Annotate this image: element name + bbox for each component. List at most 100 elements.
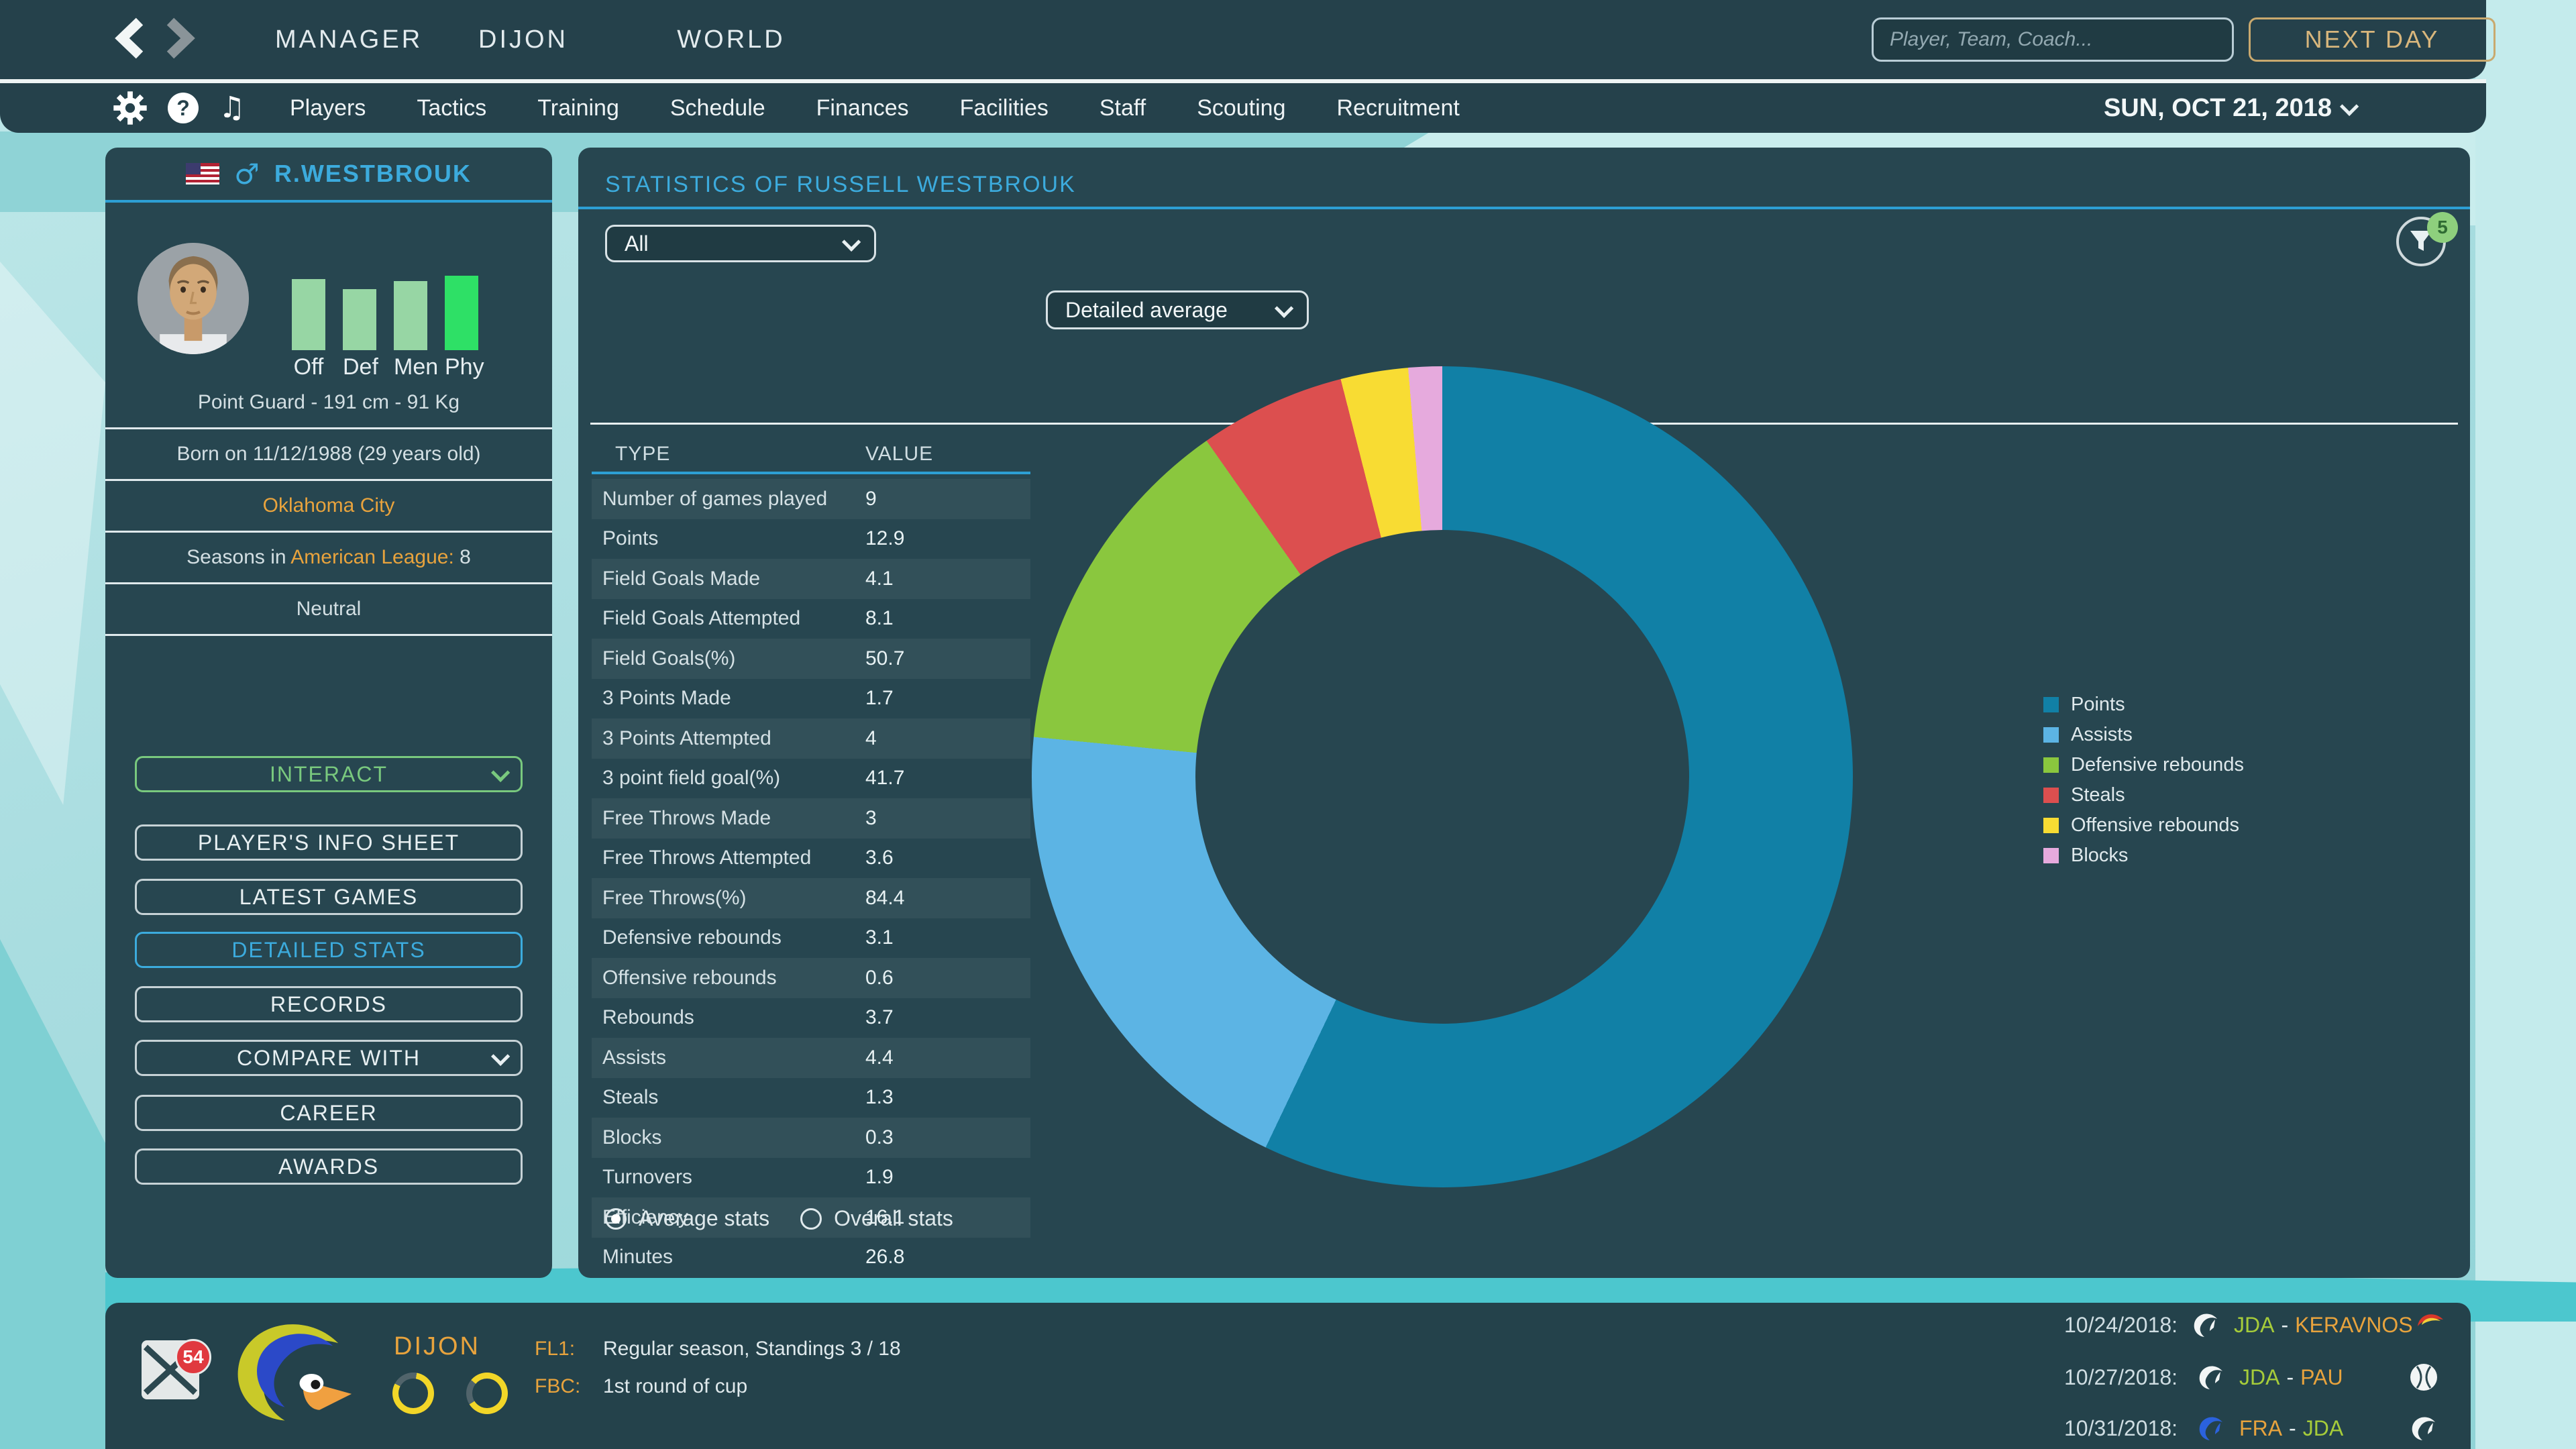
- menu-item[interactable]: Tactics: [417, 95, 486, 121]
- table-row: Blocks 0.3: [592, 1118, 1030, 1158]
- table-row: 3 Points Made 1.7: [592, 679, 1030, 719]
- attribute-label: Phy: [445, 354, 478, 380]
- table-row: Turnovers 1.9: [592, 1158, 1030, 1198]
- search-input[interactable]: [1872, 17, 2234, 62]
- radio-selected-icon: [605, 1208, 627, 1230]
- jda-logo-icon: [2195, 1361, 2227, 1393]
- menu-items: Players Tactics Training Schedule Finances Fa…: [290, 83, 1460, 133]
- menu-bar: ? ♫ Players Tactics Training Schedule Financ…: [0, 83, 2486, 133]
- date-selector[interactable]: SUN, OCT 21, 2018: [2104, 83, 2355, 133]
- stats-mode-radios: Average stats Overall stats: [605, 1206, 953, 1231]
- donut-hole: [1195, 530, 1689, 1024]
- chevron-down-icon: [1275, 299, 1293, 318]
- legend-swatch: [2043, 757, 2059, 773]
- fixture-row[interactable]: 10/31/2018: FRA - JDA: [2064, 1410, 2440, 1446]
- fixture-row[interactable]: 10/24/2018: JDA - KERAVNOS: [2064, 1307, 2440, 1343]
- attribute-label: Men: [394, 354, 427, 380]
- back-icon[interactable]: [113, 17, 149, 59]
- menu-item[interactable]: Staff: [1099, 95, 1146, 121]
- attribute-bar: [343, 289, 376, 350]
- jda-logo-icon: [2408, 1412, 2440, 1444]
- table-row: Number of games played 9: [592, 479, 1030, 519]
- interact-dropdown[interactable]: INTERACT: [135, 756, 523, 792]
- jda-logo-icon: [2190, 1309, 2222, 1341]
- radio-unselected-icon: [800, 1208, 822, 1230]
- menu-item[interactable]: Players: [290, 95, 366, 121]
- menu-item[interactable]: Schedule: [670, 95, 765, 121]
- cup-progress-ring: [466, 1373, 508, 1414]
- player-sidebar: ♂ R.WESTBROUK: [105, 148, 552, 1278]
- player-name: R.WESTBROUK: [274, 160, 472, 188]
- detailed-stats-button[interactable]: DETAILED STATS: [135, 932, 523, 968]
- table-row: Field Goals(%) 50.7: [592, 639, 1030, 679]
- table-row: 3 Points Attempted 4: [592, 718, 1030, 759]
- menu-item[interactable]: Finances: [816, 95, 909, 121]
- table-row: Points 12.9: [592, 519, 1030, 559]
- menu-item[interactable]: Training: [537, 95, 619, 121]
- player-info-row: Neutral: [105, 584, 552, 636]
- legend-swatch: [2043, 818, 2059, 833]
- average-stats-radio[interactable]: Average stats: [605, 1206, 769, 1231]
- menu-item[interactable]: Scouting: [1197, 95, 1285, 121]
- chevron-down-icon: [842, 233, 861, 252]
- awards-button[interactable]: AWARDS: [135, 1148, 523, 1185]
- column-header-value: VALUE: [865, 443, 933, 466]
- players-info-sheet-button[interactable]: PLAYER'S INFO SHEET: [135, 824, 523, 861]
- next-day-button[interactable]: NEXT DAY: [2249, 17, 2496, 62]
- table-row: Minutes 26.8: [592, 1238, 1030, 1278]
- player-info-rows: Point Guard - 191 cm - 91 Kg Born on 11/…: [105, 378, 552, 636]
- attribute-bars: [292, 255, 527, 350]
- legend-item: Steals: [2043, 787, 2244, 803]
- table-row: Free Throws(%) 84.4: [592, 878, 1030, 918]
- filter-count-badge: 5: [2427, 212, 2458, 243]
- column-header-type: TYPE: [615, 443, 670, 466]
- legend-item: Points: [2043, 696, 2244, 712]
- league-progress-ring: [392, 1373, 434, 1414]
- competition-code: FL1:: [535, 1338, 586, 1360]
- attribute-bar: [292, 279, 325, 350]
- stats-panel: STATISTICS OF RUSSELL WESTBROUK All 5 TY…: [578, 148, 2470, 1278]
- menu-item[interactable]: Facilities: [960, 95, 1049, 121]
- fra-logo-icon: [2195, 1412, 2227, 1444]
- records-button[interactable]: RECORDS: [135, 986, 523, 1022]
- legend-swatch: [2043, 848, 2059, 863]
- latest-games-button[interactable]: LATEST GAMES: [135, 879, 523, 915]
- stat-mode-select[interactable]: Detailed average: [1046, 290, 1309, 329]
- table-row: Assists 4.4: [592, 1038, 1030, 1078]
- attribute-label: Off: [292, 354, 325, 380]
- tab-world[interactable]: WORLD: [664, 0, 798, 79]
- period-filter-select[interactable]: All: [605, 225, 876, 262]
- table-row: Field Goals Made 4.1: [592, 559, 1030, 599]
- career-button[interactable]: CAREER: [135, 1095, 523, 1131]
- usa-flag-icon: [186, 163, 219, 184]
- menu-item[interactable]: Recruitment: [1337, 95, 1460, 121]
- attribute-label: Def: [343, 354, 376, 380]
- top-bar: MANAGER DIJON WORLD NEXT DAY: [0, 0, 2486, 79]
- table-row: Offensive rebounds 0.6: [592, 958, 1030, 998]
- compare-with-dropdown[interactable]: COMPARE WITH: [135, 1040, 523, 1076]
- team-logo[interactable]: [226, 1316, 370, 1434]
- legend-swatch: [2043, 727, 2059, 743]
- table-row: Field Goals Attempted 8.1: [592, 599, 1030, 639]
- legend-swatch: [2043, 697, 2059, 712]
- music-icon[interactable]: ♫: [219, 83, 245, 133]
- team-name: DIJON: [394, 1332, 480, 1361]
- help-icon[interactable]: ?: [168, 93, 199, 123]
- legend-item: Offensive rebounds: [2043, 817, 2244, 833]
- table-row: Free Throws Made 3: [592, 798, 1030, 839]
- header-underline: [592, 472, 1030, 474]
- gear-icon[interactable]: [113, 91, 148, 125]
- table-row: Steals 1.3: [592, 1078, 1030, 1118]
- tab-dijon[interactable]: DIJON: [463, 0, 584, 79]
- forward-icon[interactable]: [161, 17, 197, 59]
- tab-manager[interactable]: MANAGER: [275, 0, 409, 79]
- player-info-row: Born on 11/12/1988 (29 years old): [105, 429, 552, 481]
- legend-swatch: [2043, 788, 2059, 803]
- competition-code: FBC:: [535, 1375, 586, 1398]
- player-avatar: [138, 243, 249, 354]
- legend-item: Assists: [2043, 727, 2244, 743]
- overall-stats-radio[interactable]: Overall stats: [800, 1206, 953, 1231]
- fixture-row[interactable]: 10/27/2018: JDA - PAU: [2064, 1359, 2440, 1395]
- table-row: Defensive rebounds 3.1: [592, 918, 1030, 959]
- chevron-down-icon: [491, 1047, 510, 1066]
